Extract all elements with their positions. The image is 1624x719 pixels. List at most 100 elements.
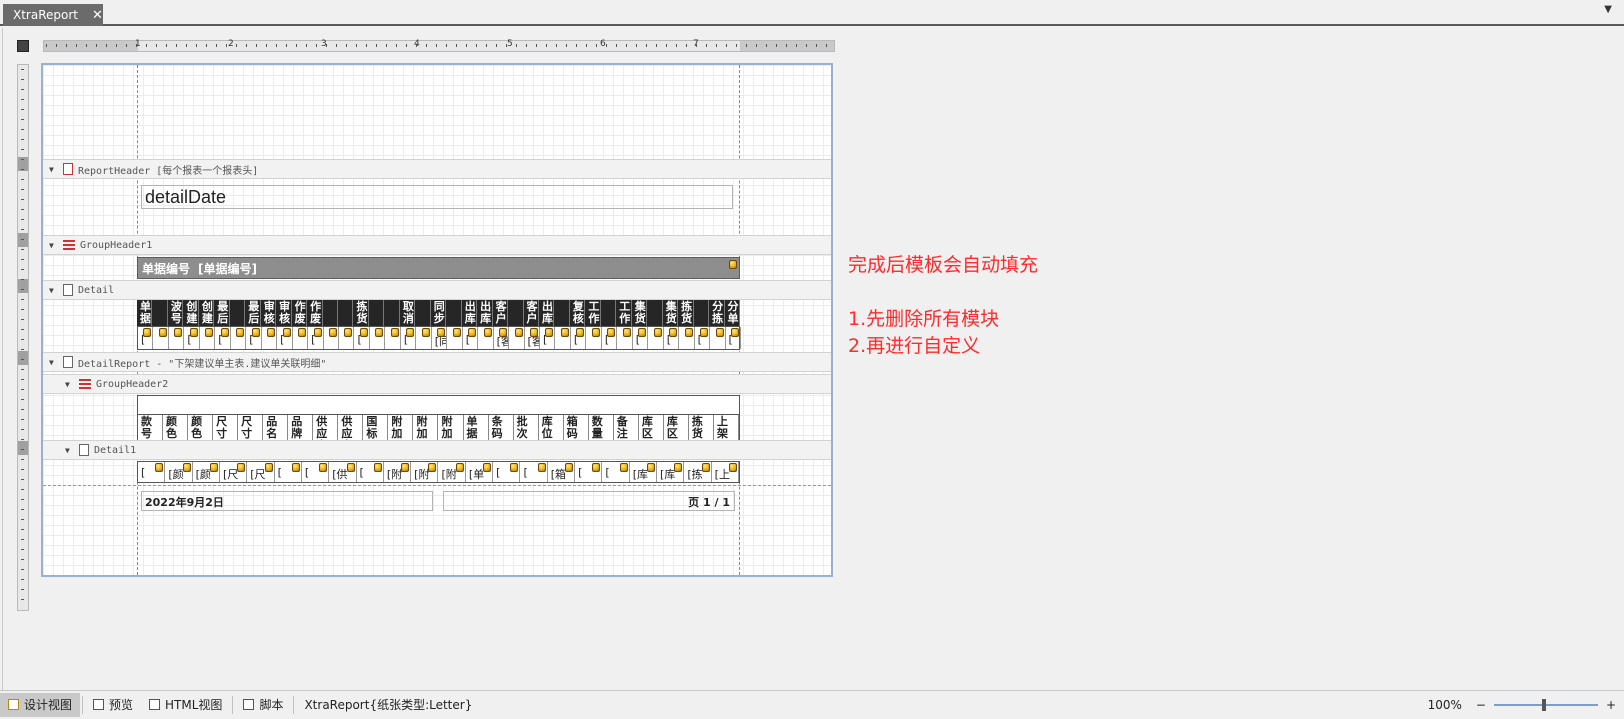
detail-data-cell[interactable] <box>447 327 463 349</box>
ruler-corner-icon[interactable] <box>17 40 29 52</box>
collapse-triangle-icon[interactable]: ▼ <box>49 165 57 174</box>
detail-header-cell[interactable]: 出库 <box>477 300 493 326</box>
group2-header-cell[interactable]: 款号 <box>138 415 164 441</box>
detail-data-cell[interactable]: [客 <box>525 327 540 349</box>
detail-data-cell[interactable]: [ <box>602 327 618 349</box>
group2-header-cell[interactable]: 品牌 <box>288 415 314 441</box>
detail-data-cell[interactable]: [ <box>354 327 370 349</box>
detail-data-cell[interactable] <box>648 327 664 349</box>
detail1-data-cell[interactable]: [尺 <box>247 462 275 482</box>
group2-header-cell[interactable]: 箱码 <box>564 415 589 441</box>
detail1-data-cell[interactable]: [ <box>302 462 330 482</box>
detail-header-cell[interactable]: 波号 <box>168 300 184 326</box>
band-resize-grip[interactable] <box>18 351 28 365</box>
group2-header-cell[interactable]: 批次 <box>514 415 539 441</box>
detail-header-cell[interactable] <box>694 300 710 326</box>
detail-header-cell[interactable]: 拣货 <box>353 300 369 326</box>
detail-header-cell[interactable]: 最后 <box>245 300 261 326</box>
band-detail1[interactable]: ▼ Detail1 <box>43 440 831 460</box>
chevron-down-icon[interactable]: ▼ <box>1604 4 1612 15</box>
detail1-data-cell[interactable]: [单 <box>466 462 494 482</box>
footer-page-number-field[interactable]: 页 1 / 1 <box>443 491 735 511</box>
group2-header-cell[interactable]: 库区 <box>639 415 664 441</box>
group2-header-cell[interactable]: 数量 <box>589 415 614 441</box>
detail-header-cell[interactable] <box>647 300 663 326</box>
detail1-data-cell[interactable]: [供 <box>329 462 357 482</box>
detail1-data-row[interactable]: [[颜 [颜 [尺 [尺[[[供[[附 [附 [附 [单[[[箱[[[库 [库 [拣 [上 <box>137 461 740 483</box>
band-resize-grip[interactable] <box>18 233 28 247</box>
detail1-data-cell[interactable]: [尺 <box>220 462 248 482</box>
group2-header-cell[interactable]: 供应商 <box>338 415 364 441</box>
detail-header-cell[interactable]: 复核 <box>570 300 586 326</box>
detail-table[interactable]: 单据 波号 创建 创建 最后 最后 审核 审核 作废 作废 拣货 取消 同步 出库 出库 客户 客户 出库 复核 工作… <box>137 300 741 352</box>
detail1-data-cell[interactable]: [ <box>493 462 521 482</box>
detail-header-cell[interactable]: 集货 <box>632 300 648 326</box>
detail-data-cell[interactable]: [ <box>277 327 293 349</box>
group2-header-cell[interactable]: 上架 <box>714 415 739 441</box>
group2-header-cell[interactable]: 附加 <box>388 415 414 441</box>
detail1-data-cell[interactable]: [ <box>520 462 548 482</box>
group2-header-cell[interactable]: 颜色 <box>188 415 214 441</box>
detail-data-cell[interactable]: [ <box>138 327 154 349</box>
group2-header-cell[interactable]: 颜色 <box>163 415 189 441</box>
detail-data-cell[interactable] <box>617 327 633 349</box>
close-icon[interactable]: ✕ <box>92 8 103 23</box>
collapse-triangle-icon[interactable]: ▼ <box>65 446 73 455</box>
detail-data-cell[interactable]: [ <box>246 327 262 349</box>
detail-header-cell[interactable]: 作废 <box>292 300 308 326</box>
detail1-data-cell[interactable]: [ <box>138 462 166 482</box>
detail-data-cell[interactable] <box>200 327 216 349</box>
detail-header-cell[interactable]: 审核 <box>261 300 277 326</box>
detail-data-cell[interactable] <box>679 327 695 349</box>
group2-header-cell[interactable]: 库位 <box>539 415 564 441</box>
band-group-header2[interactable]: ▼ GroupHeader2 <box>43 374 831 394</box>
detail-data-cell[interactable] <box>385 327 401 349</box>
detail-header-cell[interactable] <box>446 300 462 326</box>
collapse-triangle-icon[interactable]: ▼ <box>49 286 57 295</box>
zoom-in-button[interactable]: + <box>1606 698 1616 712</box>
detail-data-cell[interactable]: [ <box>308 327 324 349</box>
detail-header-cell[interactable]: 工作 <box>616 300 632 326</box>
zoom-slider[interactable] <box>1493 699 1598 711</box>
detail1-data-cell[interactable]: [ <box>357 462 384 482</box>
detail-header-cell[interactable] <box>508 300 524 326</box>
design-view-tab[interactable]: 设计视图 <box>0 692 81 717</box>
detail1-data-cell[interactable]: [库 <box>657 462 685 482</box>
detail-data-cell[interactable]: [ <box>726 327 741 349</box>
detail-header-cell[interactable]: 客户 <box>524 300 539 326</box>
detail-data-cell[interactable] <box>509 327 525 349</box>
detail-header-cell[interactable] <box>415 300 431 326</box>
zoom-slider-thumb[interactable] <box>1541 699 1546 711</box>
band-resize-grip[interactable] <box>18 441 28 455</box>
detail1-data-cell[interactable]: [附 <box>439 462 466 482</box>
detail-header-cell[interactable]: 创建 <box>183 300 199 326</box>
detail1-data-cell[interactable]: [附 <box>411 462 439 482</box>
zoom-out-button[interactable]: − <box>1476 698 1486 712</box>
detail-header-cell[interactable]: 取消 <box>400 300 416 326</box>
detail-header-cell[interactable]: 审核 <box>276 300 292 326</box>
detail1-data-cell[interactable]: [颜 <box>193 462 220 482</box>
detail1-data-cell[interactable]: [库 <box>630 462 658 482</box>
detail-header-cell[interactable] <box>369 300 385 326</box>
group1-value[interactable]: [单据编号] <box>192 260 739 277</box>
detail-header-cell[interactable]: 分单 <box>725 300 740 326</box>
detail-header-cell[interactable]: 同步 <box>431 300 447 326</box>
group2-header-cell[interactable]: 库区 <box>664 415 689 441</box>
detail-data-cell[interactable]: [ <box>463 327 479 349</box>
group2-header-cell[interactable]: 供应商 <box>313 415 339 441</box>
detail-data-cell[interactable] <box>555 327 571 349</box>
detail-header-cell[interactable]: 单据 <box>137 300 153 326</box>
collapse-triangle-icon[interactable]: ▼ <box>49 241 57 250</box>
detail-data-cell[interactable] <box>169 327 185 349</box>
detail-header-cell[interactable]: 作废 <box>307 300 323 326</box>
detail-header-cell[interactable] <box>554 300 570 326</box>
detail-header-cell[interactable] <box>601 300 617 326</box>
detail1-data-cell[interactable]: [ <box>575 462 603 482</box>
detail-header-cell[interactable]: 分拣 <box>709 300 725 326</box>
band-resize-grip[interactable] <box>18 279 28 293</box>
detail1-data-cell[interactable]: [颜 <box>165 462 193 482</box>
group2-header-cell[interactable]: 拣货 <box>689 415 714 441</box>
band-report-header[interactable]: ▼ ReportHeader [每个报表一个报表头] <box>43 159 831 179</box>
detail-data-cell[interactable]: [ <box>633 327 649 349</box>
detail1-data-cell[interactable]: [附 <box>384 462 412 482</box>
